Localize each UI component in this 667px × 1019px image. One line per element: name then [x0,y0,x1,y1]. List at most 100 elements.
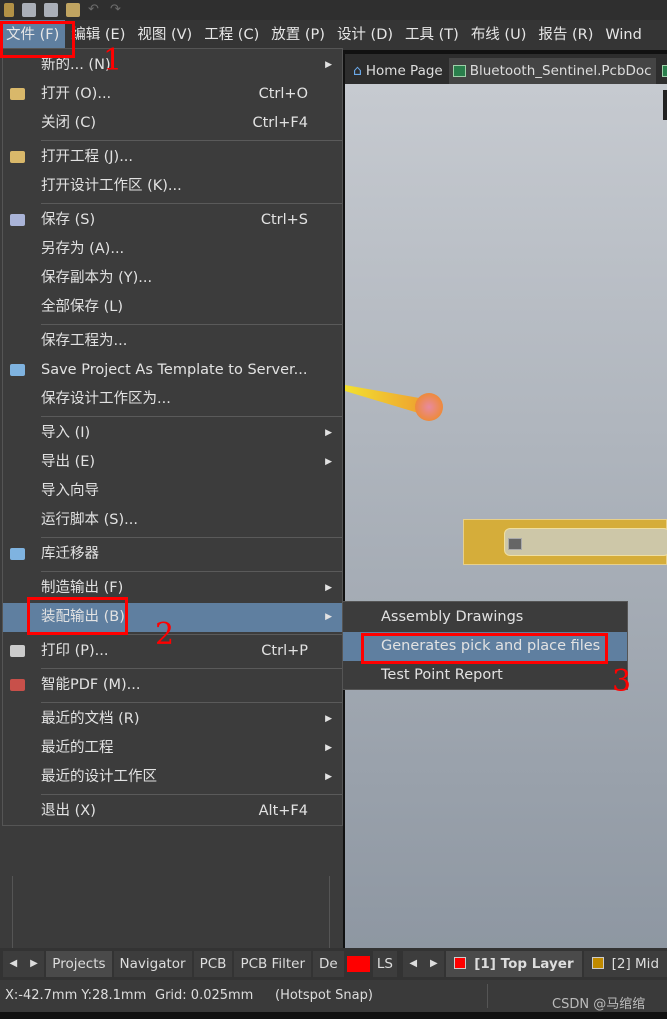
file-menu-item[interactable]: 新的... (N) ▶ [3,51,342,80]
submenu-item-generates-pick-and-place-files[interactable]: Generates pick and place files [343,632,627,661]
file-menu-item[interactable]: 保存 (S) Ctrl+S [3,206,342,235]
file-menu-item[interactable]: 保存设计工作区为... [3,385,342,414]
scroll-right-icon[interactable]: ▶ [24,951,45,977]
file-menu-item[interactable]: 最近的工程 ▶ [3,734,342,763]
file-menu-item[interactable]: 导出 (E) ▶ [3,448,342,477]
panel-tab-de[interactable]: De [313,951,344,977]
menu-9[interactable]: Wind [599,20,647,50]
file-menu-item[interactable]: 保存副本为 (Y)... [3,264,342,293]
file-menu-item[interactable]: 退出 (X) Alt+F4 [3,797,342,826]
file-menu-item[interactable]: 打开设计工作区 (K)... [3,172,342,201]
tab-label: Home Page [365,63,443,79]
menu-item-label: 最近的文档 (R) [41,711,140,727]
quick-access-toolbar: ↶ ↷ [0,0,667,20]
menu-bar: 文件 (F) 编辑 (E) 视图 (V) 工程 (C) 放置 (P) 设计 (D) 工具 (… [0,20,667,50]
submenu-item-assembly-drawings[interactable]: Assembly Drawings [343,603,627,632]
pcb-pad [415,393,443,421]
menu-item-shortcut: Ctrl+O [258,86,308,102]
menu-item-label: 最近的工程 [41,740,114,756]
menu-item-label: 退出 (X) [41,803,96,819]
grid-icon [661,65,667,77]
annotation-number-1: 1 [103,43,123,78]
file-menu-item[interactable]: 运行脚本 (S)... [3,506,342,535]
file-menu-item[interactable]: 最近的设计工作区 ▶ [3,763,342,792]
open-icon[interactable] [66,3,80,17]
grid-size: Grid: 0.025mm [155,988,254,1003]
panel-tab-navigator[interactable]: Navigator [113,951,192,977]
file-menu-item[interactable]: 制造输出 (F) ▶ [3,574,342,603]
save-all-icon[interactable] [44,3,58,17]
scroll-left-icon[interactable]: ◀ [3,951,24,977]
scroll-left-icon[interactable]: ◀ [403,951,424,977]
menu-0[interactable]: 文件 (F) [0,20,66,50]
menu-item-label: 最近的设计工作区 [41,769,157,785]
layer-tab-mid[interactable]: [2] Mid [583,951,667,977]
scroll-right-icon[interactable]: ▶ [424,951,445,977]
file-menu-item[interactable]: 保存工程为... [3,327,342,356]
menu-8[interactable]: 报告 (R) [532,20,599,50]
submenu-item-test-point-report[interactable]: Test Point Report [343,661,627,690]
submenu-arrow-icon: ▶ [325,714,332,724]
file-menu-item[interactable]: 智能PDF (M)... [3,671,342,700]
file-menu-item[interactable]: Save Project As Template to Server... [3,356,342,385]
file-menu-item[interactable]: 关闭 (C) Ctrl+F4 [3,109,342,138]
current-layer-swatch[interactable] [345,955,371,973]
save-icon [10,214,25,226]
menu-5[interactable]: 设计 (D) [331,20,399,50]
menu-item-label: 导入向导 [41,483,99,499]
file-menu-item[interactable]: 另存为 (A)... [3,235,342,264]
submenu-arrow-icon: ▶ [325,612,332,622]
snap-mode: (Hotspot Snap) [275,988,373,1003]
file-menu-item[interactable]: 导入向导 [3,477,342,506]
canvas-scrollbar[interactable] [663,90,667,120]
app-logo-icon [4,3,14,17]
cloud-icon [10,548,25,560]
submenu-arrow-icon: ▶ [325,743,332,753]
menu-4[interactable]: 放置 (P) [265,20,331,50]
menu-item-label: 关闭 (C) [41,115,97,131]
redo-icon[interactable]: ↷ [110,3,124,17]
menu-item-label: 运行脚本 (S)... [41,512,138,528]
doc-tab-1[interactable]: Bluetooth_Sentinel.PcbDoc [448,58,656,84]
menu-item-label: 导出 (E) [41,454,96,470]
file-menu-item[interactable]: 打开工程 (J)... [3,143,342,172]
undo-icon[interactable]: ↶ [88,3,102,17]
cursor-coordinates: X:-42.7mm Y:28.1mm [5,988,147,1003]
submenu-arrow-icon: ▶ [325,583,332,593]
menu-item-label: 装配输出 (B) [41,609,125,625]
file-menu: 新的... (N) ▶ 打开 (O)... Ctrl+O 关闭 (C) Ctrl+F4 打开… [2,48,343,826]
annotation-number-2: 2 [155,617,175,652]
menu-7[interactable]: 布线 (U) [465,20,533,50]
file-menu-item[interactable]: 库迁移器 [3,540,342,569]
file-menu-item[interactable]: 最近的文档 (R) ▶ [3,705,342,734]
panel-tab-pcb-filter[interactable]: PCB Filter [234,951,311,977]
doc-tab-0[interactable]: ⌂ Home Page [349,58,447,84]
layer-tab-scroller[interactable]: ◀ ▶ [402,951,445,977]
menu-3[interactable]: 工程 (C) [198,20,265,50]
menu-6[interactable]: 工具 (T) [399,20,465,50]
submenu-arrow-icon: ▶ [325,772,332,782]
menu-2[interactable]: 视图 (V) [131,20,198,50]
document-tabs: ⌂Home Page Bluetooth_Sentinel.PcbDoc C [345,54,667,84]
menu-item-label: 库迁移器 [41,546,99,562]
save-icon[interactable] [22,3,36,17]
menu-item-label: 打开工程 (J)... [41,149,134,165]
file-menu-item[interactable]: 全部保存 (L) [3,293,342,322]
layer-set-button[interactable]: LS [372,951,397,977]
annotation-number-3: 3 [612,664,632,699]
pcb-canvas[interactable] [345,84,667,948]
file-menu-item[interactable]: 打开 (O)... Ctrl+O [3,80,342,109]
panel-tab-scroller[interactable]: ◀ ▶ [3,951,45,977]
panel-tab-pcb[interactable]: PCB [193,951,233,977]
menu-item-shortcut: Ctrl+P [261,643,308,659]
menu-item-label: 保存 (S) [41,212,96,228]
layer-tab-top[interactable]: [1] Top Layer [446,951,582,977]
printer-icon [10,645,25,657]
file-menu-item[interactable]: 导入 (I) ▶ [3,419,342,448]
submenu-arrow-icon: ▶ [325,428,332,438]
pcb-trace [345,385,443,421]
panel-tab-projects[interactable]: Projects [46,951,112,977]
layer-color-swatch [591,957,604,969]
doc-tab-2[interactable]: C [658,58,667,84]
menu-item-label: 制造输出 (F) [41,580,124,596]
